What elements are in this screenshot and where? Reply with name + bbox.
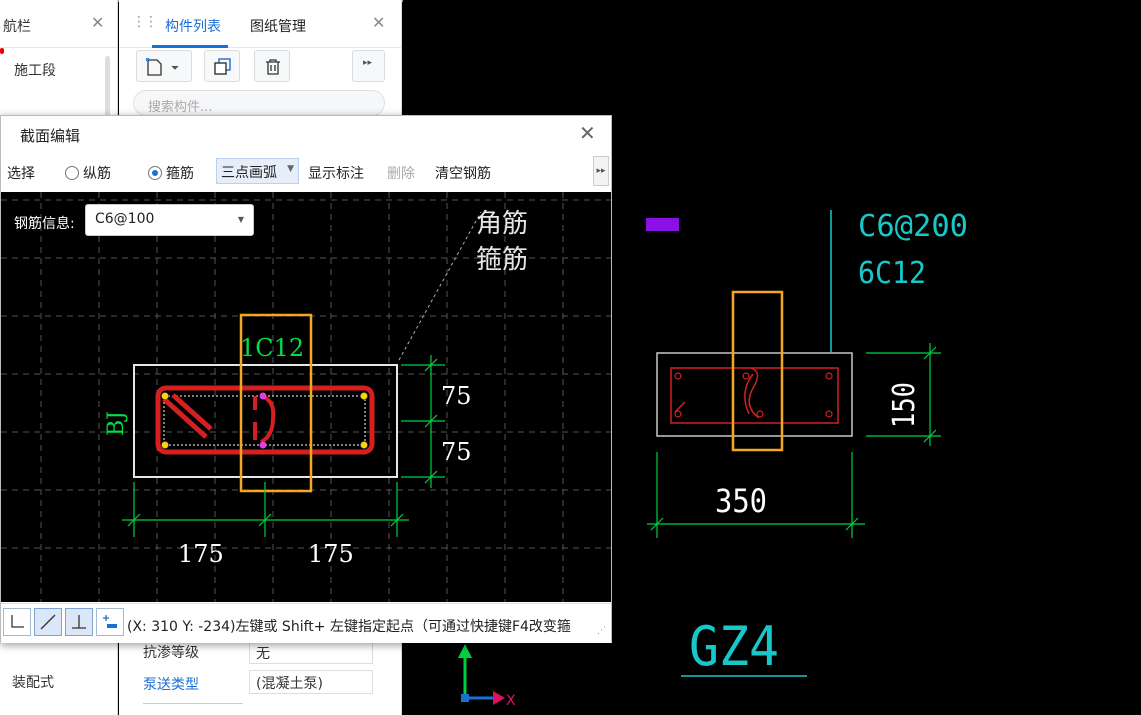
section-canvas[interactable]: 角筋 箍筋 1C12 BJ 75 75 175 175: [1, 192, 611, 602]
expand-icon: ▸▸: [596, 166, 606, 176]
perpendicular-icon: [72, 615, 86, 629]
axis-x-label: X: [506, 693, 516, 709]
corner-icon: [11, 615, 24, 628]
rebar-info-value: C6@100: [95, 211, 155, 227]
prop-value[interactable]: 无: [249, 640, 373, 664]
radio-checked-icon: [148, 166, 162, 180]
chevron-down-icon: ▼: [237, 215, 244, 224]
hook-rebar: [674, 401, 686, 413]
add-offset-icon: [103, 615, 117, 628]
tie-rebar: [744, 367, 760, 419]
side-rebar-label: BJ: [104, 411, 129, 436]
resize-grip-icon[interactable]: ⋰: [597, 626, 606, 636]
dim-height-label: 150: [887, 382, 922, 428]
stirrup-label: 箍筋: [166, 166, 194, 182]
longitudinal-label: 纵筋: [83, 166, 111, 182]
stirrup-radio[interactable]: 箍筋: [148, 163, 194, 183]
nav-panel-header: 航栏 ✕: [0, 0, 117, 48]
rebar-info-select[interactable]: C6@100 ▼: [85, 204, 254, 236]
offset-mode-button[interactable]: [96, 608, 124, 636]
toolbar-expand-button[interactable]: ▸▸: [593, 156, 609, 186]
line-mode-button[interactable]: [34, 608, 62, 636]
arc-mode-value: 三点画弧: [221, 165, 277, 181]
dim-vertical: [401, 355, 445, 488]
dim-v2-label: 75: [441, 438, 472, 466]
perpendicular-mode-button[interactable]: [65, 608, 93, 636]
diagonal-line-icon: [40, 614, 56, 630]
delete-component-button[interactable]: [254, 50, 290, 82]
close-icon[interactable]: ✕: [91, 13, 104, 32]
orthogonal-mode-button[interactable]: [3, 608, 31, 636]
ucs-axis-icon: [458, 644, 505, 705]
scrollbar[interactable]: [105, 56, 110, 116]
hook-rebar: [162, 393, 213, 439]
tab-component-list[interactable]: 构件列表: [165, 16, 221, 36]
dialog-title: 截面编辑: [20, 127, 81, 145]
component-name-label: GZ4: [689, 615, 779, 678]
copy-component-button[interactable]: [204, 50, 240, 82]
dim-h2-label: 175: [308, 540, 354, 568]
close-icon[interactable]: ✕: [579, 121, 596, 145]
rebar-dots: [674, 372, 833, 418]
close-icon[interactable]: ✕: [372, 13, 385, 32]
rebar-info-label: 钢筋信息:: [14, 216, 75, 232]
tie-rebar: [253, 394, 276, 444]
selection-marker: [646, 218, 679, 231]
arc-mode-dropdown[interactable]: 三点画弧 ▼: [216, 158, 299, 184]
dialog-status-bar: (X: 310 Y: -234)左键或 Shift+ 左键指定起点（可通过快捷键…: [1, 603, 611, 643]
dim-width-label: 350: [715, 482, 767, 520]
section-outline: [133, 364, 398, 478]
section-canvas-svg[interactable]: 角筋 箍筋 1C12 BJ 75 75 175 175: [1, 192, 611, 602]
prop-row-partial: [143, 703, 243, 715]
longitudinal-rebar-radio[interactable]: 纵筋: [65, 163, 111, 183]
highlight-box: [731, 290, 784, 452]
top-rebar-label: 1C12: [240, 334, 304, 362]
trash-icon: [266, 59, 280, 75]
nav-item-prefab[interactable]: 装配式: [12, 672, 54, 692]
copy-icon: [214, 58, 231, 75]
radio-icon: [65, 166, 79, 180]
section-edit-dialog: 截面编辑 ✕ 选择 纵筋 箍筋 三点画弧 ▼ 显示标注 删除 清空钢筋 ▸▸ 角…: [0, 115, 612, 643]
main-rebar-label: 6C12: [858, 256, 926, 291]
corner-rebar-label: 角筋: [476, 209, 528, 239]
status-message: (X: 310 Y: -234)左键或 Shift+ 左键指定起点（可通过快捷键…: [127, 619, 571, 635]
chevron-down-icon: ▼: [287, 164, 294, 174]
delete-button[interactable]: 删除: [387, 163, 415, 183]
active-tab-indicator: [152, 45, 228, 48]
label-leader: [398, 211, 482, 361]
prop-label: 抗渗等级: [143, 645, 199, 661]
dim-v1-label: 75: [441, 382, 472, 410]
prop-value[interactable]: (混凝土泵): [249, 670, 373, 694]
prop-label-link[interactable]: 泵送类型: [143, 674, 199, 694]
expand-icon: ▸▸: [363, 58, 373, 68]
new-component-button[interactable]: [136, 50, 192, 82]
tab-drawing-management[interactable]: 图纸管理: [250, 16, 306, 36]
component-search-input[interactable]: 搜索构件...: [133, 90, 385, 116]
search-placeholder: 搜索构件...: [148, 100, 213, 115]
more-tools-button[interactable]: ▸▸: [352, 50, 385, 82]
stirrup-label: 箍筋: [476, 245, 528, 275]
nav-item-construction[interactable]: 施工段: [14, 60, 56, 80]
dim-h1-label: 175: [178, 540, 224, 568]
notification-dot: [0, 48, 4, 54]
stirrup-spec-label: C6@200: [858, 209, 968, 244]
component-panel-tabs: ⋮⋮ 构件列表 图纸管理 ✕: [119, 0, 401, 48]
clear-rebar-button[interactable]: 清空钢筋: [435, 163, 491, 183]
show-dims-button[interactable]: 显示标注: [308, 163, 364, 183]
drag-handle-icon[interactable]: ⋮⋮: [132, 14, 158, 30]
nav-panel-title: 航栏: [3, 19, 31, 35]
new-file-icon: [146, 58, 179, 76]
select-tool-button[interactable]: 选择: [7, 163, 35, 183]
